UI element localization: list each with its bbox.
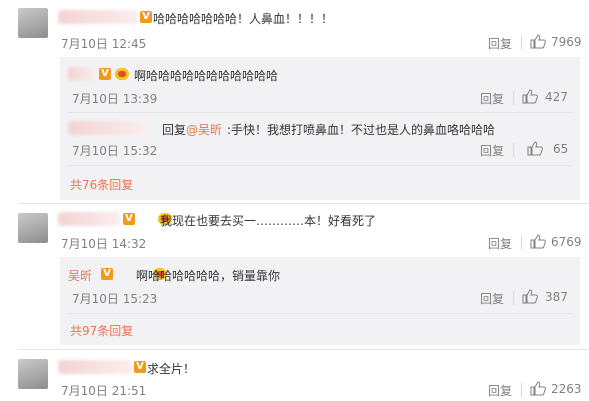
verified-v-icon: V xyxy=(99,68,111,80)
like-count: 7969 xyxy=(551,35,582,49)
divider xyxy=(521,383,522,397)
verified-v-icon: V xyxy=(140,11,152,23)
avatar[interactable] xyxy=(18,213,48,243)
divider xyxy=(513,91,514,105)
like-count: 65 xyxy=(553,142,569,156)
member-level-icon xyxy=(115,68,129,80)
divider xyxy=(521,236,522,250)
comment-divider xyxy=(18,203,589,204)
thumbs-up-icon[interactable] xyxy=(530,234,546,249)
reply-time: 7月10日 15:23 xyxy=(72,292,158,306)
comment-text: 求全片！ xyxy=(147,362,196,376)
mention-link[interactable]: @吴昕 xyxy=(186,121,222,138)
thumbs-up-icon[interactable] xyxy=(522,89,538,104)
like-count: 6769 xyxy=(551,235,582,249)
reply-button[interactable]: 回复 xyxy=(488,382,512,399)
thumbs-up-icon[interactable] xyxy=(527,141,543,156)
verified-v-icon: V xyxy=(134,361,146,373)
verified-v-icon: V xyxy=(123,213,135,225)
like-count: 387 xyxy=(545,290,568,304)
username-blurred[interactable] xyxy=(58,212,120,226)
username-blurred[interactable] xyxy=(68,121,148,135)
divider xyxy=(521,36,522,50)
reply-button[interactable]: 回复 xyxy=(480,90,504,107)
thumbs-up-icon[interactable] xyxy=(530,381,546,396)
reply-text: 啊哈哈哈哈哈哈，销量靠你 xyxy=(136,269,281,283)
reply-text: 啊哈哈哈哈哈哈哈哈哈哈哈 xyxy=(134,69,279,83)
comment-divider xyxy=(18,349,589,350)
divider xyxy=(68,112,572,113)
reply-time: 7月10日 13:39 xyxy=(72,92,158,106)
reply-time: 7月10日 15:32 xyxy=(72,144,158,158)
username-blurred[interactable] xyxy=(68,67,96,81)
comment-time: 7月10日 12:45 xyxy=(61,37,147,51)
divider xyxy=(68,165,572,166)
avatar[interactable] xyxy=(18,359,48,389)
like-count: 2263 xyxy=(551,382,582,396)
divider xyxy=(513,291,514,305)
reply-prefix: 回复 xyxy=(162,123,187,137)
thumbs-up-icon[interactable] xyxy=(530,34,546,49)
thumbs-up-icon[interactable] xyxy=(522,289,538,304)
more-replies-link[interactable]: 共97条回复 xyxy=(70,322,133,339)
username-blurred[interactable] xyxy=(58,10,138,24)
reply-button[interactable]: 回复 xyxy=(480,142,504,159)
comment-time: 7月10日 14:32 xyxy=(61,237,147,251)
username-blurred[interactable] xyxy=(58,360,132,374)
comment-text: 我现在也要去买一…………本！好看死了 xyxy=(160,214,377,228)
divider xyxy=(68,313,572,314)
reply-author[interactable]: 吴昕 xyxy=(68,267,92,284)
avatar[interactable] xyxy=(18,8,48,38)
reply-button[interactable]: 回复 xyxy=(488,235,512,252)
comment-time: 7月10日 21:51 xyxy=(61,384,147,398)
comment-text: 哈哈哈哈哈哈哈！人鼻血！！！！ xyxy=(153,12,334,26)
reply-text: :手快！我想打喷鼻血！不过也是人的鼻血咯哈哈哈 xyxy=(227,123,496,137)
divider xyxy=(513,143,514,157)
verified-v-icon: V xyxy=(101,268,113,280)
reply-button[interactable]: 回复 xyxy=(480,290,504,307)
like-count: 427 xyxy=(545,90,568,104)
reply-button[interactable]: 回复 xyxy=(488,35,512,52)
more-replies-link[interactable]: 共76条回复 xyxy=(70,176,133,193)
